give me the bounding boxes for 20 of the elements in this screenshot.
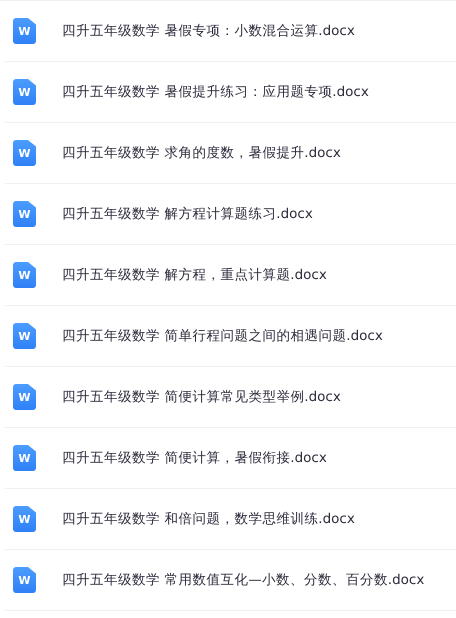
- word-document-icon: W: [13, 18, 36, 44]
- file-name[interactable]: 四升五年级数学 暑假专项：小数混合运算.docx: [62, 22, 355, 40]
- file-name[interactable]: 四升五年级数学 求角的度数，暑假提升.docx: [62, 144, 341, 162]
- file-name[interactable]: 四升五年级数学 简便计算，暑假衔接.docx: [62, 449, 327, 467]
- word-document-icon: W: [13, 140, 36, 166]
- word-document-icon: W: [13, 506, 36, 532]
- word-document-icon: W: [13, 323, 36, 349]
- file-name[interactable]: 四升五年级数学 解方程，重点计算题.docx: [62, 266, 327, 284]
- word-document-icon: W: [13, 79, 36, 105]
- word-document-icon: W: [13, 201, 36, 227]
- file-name[interactable]: 四升五年级数学 暑假提升练习：应用题专项.docx: [62, 83, 369, 101]
- file-name[interactable]: 四升五年级数学 解方程计算题练习.docx: [62, 205, 313, 223]
- word-document-icon: W: [13, 567, 36, 593]
- word-document-icon: W: [13, 445, 36, 471]
- word-document-icon: W: [13, 384, 36, 410]
- file-name[interactable]: 四升五年级数学 简便计算常见类型举例.docx: [62, 388, 341, 406]
- word-document-icon: W: [13, 262, 36, 288]
- file-name[interactable]: 四升五年级数学 和倍问题，数学思维训练.docx: [62, 510, 355, 528]
- file-name[interactable]: 四升五年级数学 简单行程问题之间的相遇问题.docx: [62, 327, 383, 345]
- file-name[interactable]: 四升五年级数学 常用数值互化—小数、分数、百分数.docx: [62, 571, 424, 589]
